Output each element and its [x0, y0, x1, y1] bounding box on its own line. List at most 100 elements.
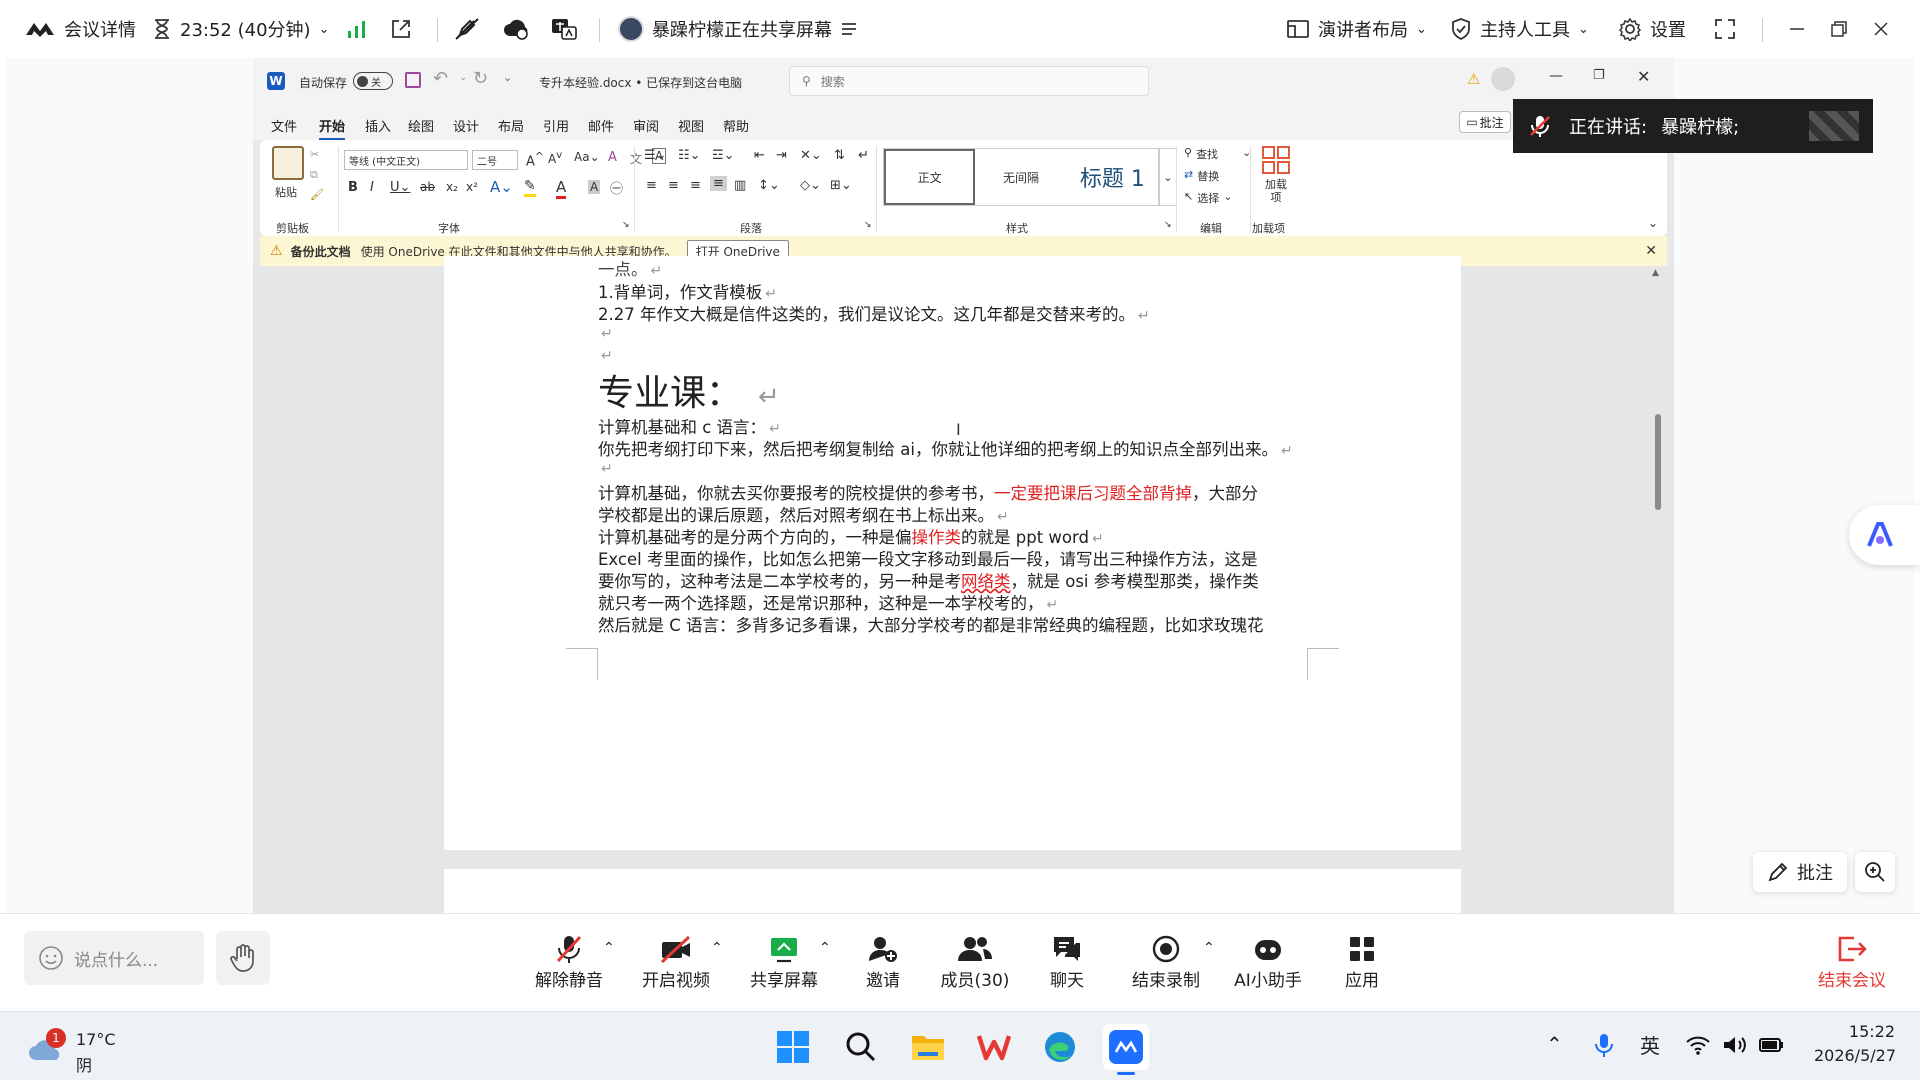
cloud-sync-icon[interactable] [502, 0, 530, 58]
weather-widget[interactable]: 1 17°C 阴 [22, 1022, 182, 1075]
start-video-button[interactable]: 开启视频 [630, 932, 722, 991]
chevron-up-icon[interactable]: ⌃ [1203, 940, 1215, 956]
stop-recording-button[interactable]: 结束录制 [1120, 932, 1212, 991]
addins-label[interactable]: 加载项 [1262, 178, 1290, 204]
phonetic-guide-icon[interactable]: 文 [630, 150, 642, 167]
align-center-icon[interactable]: ≡ [668, 178, 679, 193]
char-shading-icon[interactable]: A [588, 180, 601, 194]
signal-strength-icon[interactable] [346, 0, 368, 58]
document-page[interactable] [444, 869, 1461, 913]
replace-button[interactable]: ⇄ 替换 [1184, 168, 1219, 184]
save-icon[interactable] [405, 72, 421, 88]
align-left-icon[interactable]: ≡ [646, 178, 657, 193]
popout-icon[interactable] [390, 0, 412, 58]
invite-button[interactable]: 邀请 [837, 932, 929, 991]
format-painter-icon[interactable]: 🖌 [310, 188, 324, 201]
find-button[interactable]: ⚲ 查找 ⌄ [1184, 146, 1251, 162]
tab-file[interactable]: 文件 [271, 116, 297, 135]
settings-button[interactable]: 设置 [1618, 0, 1686, 58]
font-name-select[interactable]: 等线 (中文正文) [344, 150, 468, 170]
paragraph-dialog-launcher-icon[interactable]: ↘ [864, 220, 872, 230]
font-dialog-launcher-icon[interactable]: ↘ [622, 220, 630, 230]
unmute-button[interactable]: 解除静音 [523, 932, 615, 991]
tab-insert[interactable]: 插入 [365, 116, 391, 135]
cut-icon[interactable]: ✂ [310, 148, 319, 161]
apps-button[interactable]: 应用 [1316, 932, 1408, 991]
highlight-icon[interactable]: ✎ [524, 178, 536, 197]
ai-assistant-float-button[interactable] [1849, 505, 1920, 565]
tab-mailings[interactable]: 邮件 [588, 116, 614, 135]
redo-icon[interactable]: ↻ [473, 68, 488, 89]
end-meeting-button[interactable]: 结束会议 [1806, 932, 1898, 991]
italic-icon[interactable]: I [370, 180, 374, 195]
meeting-timer[interactable]: 23:52 (40分钟) ⌄ [152, 0, 329, 58]
chinese-layout-icon[interactable]: ✕⌄ [800, 148, 822, 163]
shrink-font-icon[interactable]: Av [548, 150, 562, 166]
minimize-window-button[interactable] [1788, 0, 1806, 58]
share-screen-button[interactable]: 共享屏幕 [738, 932, 830, 991]
tab-help[interactable]: 帮助 [723, 116, 749, 135]
change-case-icon[interactable]: Aa⌄ [574, 150, 600, 164]
word-minimize-button[interactable]: — [1549, 68, 1563, 84]
tab-design[interactable]: 设计 [453, 116, 479, 135]
subscript-icon[interactable]: x₂ [446, 180, 458, 194]
members-button[interactable]: 成员(30) [929, 932, 1021, 991]
borders-icon[interactable]: ⊞⌄ [830, 178, 852, 193]
tab-layout[interactable]: 布局 [498, 116, 524, 135]
show-hidden-icons-icon[interactable]: ⌃ [1546, 1032, 1563, 1056]
text-effects-icon[interactable]: A⌄ [490, 178, 513, 196]
edge-button[interactable] [1037, 1024, 1083, 1070]
host-tools-button[interactable]: 主持人工具 ⌄ [1450, 0, 1589, 58]
chevron-up-icon[interactable]: ⌃ [711, 940, 723, 956]
translate-icon[interactable] [550, 0, 578, 58]
paste-label[interactable]: 粘贴 [275, 184, 297, 200]
addins-icon[interactable] [1262, 146, 1290, 174]
whiteboard-off-icon[interactable] [454, 0, 480, 58]
search-input[interactable]: ⚲ 搜索 [789, 66, 1149, 96]
show-marks-icon[interactable]: ↵ [858, 148, 869, 163]
tencent-meeting-taskbar-button[interactable] [1103, 1024, 1149, 1075]
vertical-scrollbar[interactable]: ▲ [1652, 266, 1664, 913]
file-explorer-button[interactable] [905, 1024, 951, 1070]
close-window-button[interactable] [1872, 0, 1890, 58]
grow-font-icon[interactable]: A^ [526, 150, 544, 169]
tab-home[interactable]: 开始 [319, 116, 346, 140]
chevron-up-icon[interactable]: ⌃ [603, 940, 615, 956]
tab-references[interactable]: 引用 [543, 116, 569, 135]
microphone-icon[interactable] [1594, 1032, 1614, 1060]
style-normal[interactable]: 正文 [884, 149, 976, 205]
volume-icon[interactable] [1722, 1034, 1748, 1056]
font-size-select[interactable]: 二号 [472, 150, 518, 170]
chat-button[interactable]: 聊天 [1021, 932, 1113, 991]
clock-time[interactable]: 15:22 [1835, 1022, 1895, 1041]
style-heading-1[interactable]: 标题 1 [1067, 149, 1158, 205]
multilevel-list-icon[interactable]: ☲⌄ [712, 148, 735, 163]
autosave-toggle[interactable]: 关 [353, 72, 393, 90]
start-button[interactable] [770, 1024, 816, 1070]
numbering-icon[interactable]: ☷⌄ [678, 148, 701, 163]
tab-review[interactable]: 审阅 [633, 116, 659, 135]
document-title[interactable]: 专升本经验.docx • 已保存到这台电脑 [539, 74, 742, 91]
scrollbar-thumb[interactable] [1655, 414, 1661, 510]
customize-toolbar-icon[interactable]: ⌄ [503, 71, 512, 84]
ai-assistant-button[interactable]: AI小助手 [1222, 932, 1314, 991]
styles-more-button[interactable]: ⌄ [1159, 148, 1177, 206]
clock-date[interactable]: 2026/5/27 [1806, 1046, 1896, 1065]
input-method-indicator[interactable]: 英 [1640, 1030, 1660, 1059]
bullets-icon[interactable]: ☰⌄ [644, 148, 667, 163]
increase-indent-icon[interactable]: ⇥ [776, 148, 787, 163]
collapse-ribbon-icon[interactable]: ⌄ [1648, 216, 1658, 230]
word-comment-button[interactable]: ▭ 批注 [1459, 111, 1511, 133]
strikethrough-icon[interactable]: ab [420, 180, 435, 194]
undo-icon[interactable]: ↶ [433, 68, 448, 89]
word-close-button[interactable]: ✕ [1637, 67, 1650, 86]
superscript-icon[interactable]: x² [466, 180, 478, 194]
account-avatar[interactable] [1491, 67, 1515, 91]
justify-icon[interactable]: ≡ [710, 176, 727, 191]
scroll-up-icon[interactable]: ▲ [1652, 268, 1659, 278]
chevron-up-icon[interactable]: ⌃ [819, 940, 831, 956]
meeting-details-button[interactable]: 会议详情 [24, 0, 136, 58]
bold-icon[interactable]: B [348, 180, 358, 195]
clear-format-icon[interactable]: A [608, 150, 617, 165]
word-restore-button[interactable]: ❐ [1593, 68, 1605, 83]
